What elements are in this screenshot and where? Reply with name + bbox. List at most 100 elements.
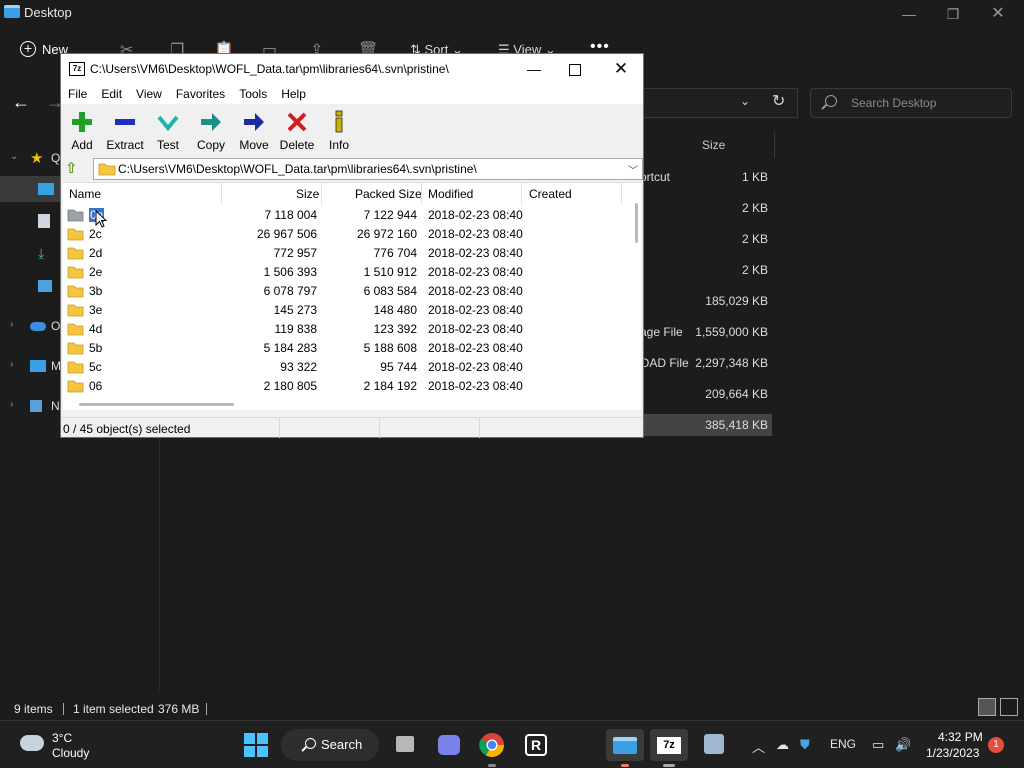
- menu-favorites[interactable]: Favorites: [169, 84, 232, 104]
- display-icon[interactable]: ▭: [872, 737, 884, 753]
- file-row[interactable]: 185,029 KB: [640, 290, 772, 312]
- chat-icon: [438, 735, 460, 755]
- refresh-icon[interactable]: ↻: [772, 91, 785, 111]
- list-item[interactable]: 3b 6 078 797 6 083 584 2018-02-23 08:40: [63, 282, 623, 301]
- teams-chat-button[interactable]: [433, 729, 465, 761]
- list-item[interactable]: 3e 145 273 148 480 2018-02-23 08:40: [63, 301, 623, 320]
- column-divider[interactable]: [774, 132, 775, 158]
- back-arrow-icon[interactable]: ←: [12, 92, 30, 113]
- copy-icon: [201, 113, 221, 131]
- file-row[interactable]: OAD File 2,297,348 KB: [640, 352, 772, 374]
- extract-button[interactable]: Extract: [101, 108, 149, 154]
- status-divider: [479, 418, 480, 438]
- add-icon: [72, 112, 92, 132]
- minimize-button[interactable]: —: [523, 60, 545, 78]
- list-item[interactable]: 06 2 180 805 2 184 192 2018-02-23 08:40: [63, 377, 623, 396]
- menu-file[interactable]: File: [61, 84, 94, 104]
- column-header-size[interactable]: Size: [702, 138, 725, 152]
- column-divider[interactable]: [421, 183, 422, 205]
- r-app-button[interactable]: R: [520, 729, 552, 761]
- cloud-icon[interactable]: [20, 735, 44, 751]
- clock-time[interactable]: 4:32 PM: [938, 730, 983, 744]
- menu-view[interactable]: View: [129, 84, 169, 104]
- list-header: Name Size Packed Size Modified Created: [63, 183, 641, 205]
- item-name: 3b: [89, 284, 103, 298]
- start-button[interactable]: [240, 729, 272, 761]
- menu-tools[interactable]: Tools: [232, 84, 274, 104]
- file-row[interactable]: 2 KB: [640, 197, 772, 219]
- path-combobox[interactable]: C:\Users\VM6\Desktop\WOFL_Data.tar\pm\li…: [93, 158, 643, 180]
- clock-date[interactable]: 1/23/2023: [926, 746, 979, 760]
- list-item[interactable]: 2c 26 967 506 26 972 160 2018-02-23 08:40: [63, 225, 623, 244]
- scrollbar-thumb[interactable]: [635, 203, 638, 243]
- menu-help[interactable]: Help: [274, 84, 313, 104]
- column-divider[interactable]: [521, 183, 522, 205]
- column-header-name[interactable]: Name: [69, 187, 101, 201]
- item-name: 4d: [89, 322, 103, 336]
- file-explorer-button[interactable]: [606, 729, 644, 767]
- file-row[interactable]: 209,664 KB: [640, 383, 772, 405]
- delete-button[interactable]: Delete: [273, 108, 321, 154]
- 7zip-titlebar: 7z C:\Users\VM6\Desktop\WOFL_Data.tar\pm…: [61, 54, 643, 84]
- defender-icon[interactable]: ⛊: [800, 737, 810, 753]
- list-item[interactable]: 5c 93 322 95 744 2018-02-23 08:40: [63, 358, 623, 377]
- volume-icon[interactable]: 🔊: [895, 737, 911, 753]
- chevron-right-icon[interactable]: ›: [10, 319, 13, 330]
- task-view-button[interactable]: [390, 729, 422, 761]
- chevron-up-icon[interactable]: ︿: [752, 737, 765, 756]
- add-button[interactable]: Add: [58, 108, 106, 154]
- chevron-right-icon[interactable]: ›: [10, 359, 13, 370]
- chevron-down-icon[interactable]: ⌄: [10, 151, 18, 162]
- search-icon: [825, 95, 837, 107]
- vertical-scrollbar[interactable]: [633, 203, 641, 403]
- menu-edit[interactable]: Edit: [94, 84, 129, 104]
- 7zip-taskbar-button[interactable]: 7z: [650, 729, 688, 767]
- onedrive-icon: [30, 322, 46, 331]
- minimize-button[interactable]: —: [894, 4, 924, 24]
- list-item[interactable]: 2d 772 957 776 704 2018-02-23 08:40: [63, 244, 623, 263]
- column-header-packed-size[interactable]: Packed Size: [355, 187, 422, 201]
- column-divider[interactable]: [621, 183, 622, 205]
- column-header-modified[interactable]: Modified: [428, 187, 473, 201]
- file-row[interactable]: age File 1,559,000 KB: [640, 321, 772, 343]
- column-header-size[interactable]: Size: [296, 187, 319, 201]
- column-divider[interactable]: [221, 183, 222, 205]
- r-app-icon: R: [525, 734, 547, 756]
- network-off-icon[interactable]: ☁: [776, 737, 789, 753]
- chevron-down-icon[interactable]: ⌄: [740, 94, 750, 108]
- test-button[interactable]: Test: [144, 108, 192, 154]
- move-button[interactable]: Move: [230, 108, 278, 154]
- list-item[interactable]: 5b 5 184 283 5 188 608 2018-02-23 08:40: [63, 339, 623, 358]
- chrome-button[interactable]: [476, 729, 508, 767]
- item-modified: 2018-02-23 08:40: [428, 284, 523, 298]
- chevron-right-icon[interactable]: ›: [10, 399, 13, 410]
- list-item[interactable]: 2e 1 506 393 1 510 912 2018-02-23 08:40: [63, 263, 623, 282]
- installer-button[interactable]: [698, 729, 730, 761]
- info-button[interactable]: Info: [315, 108, 363, 154]
- horizontal-scrollbar[interactable]: [79, 403, 234, 406]
- file-row[interactable]: 2 KB: [640, 228, 772, 250]
- maximize-button[interactable]: [564, 60, 586, 78]
- notification-badge[interactable]: 1: [988, 737, 1004, 753]
- weather-temperature[interactable]: 3°C: [52, 731, 72, 745]
- copy-button[interactable]: Copy: [187, 108, 235, 154]
- taskbar-search[interactable]: Search: [281, 729, 379, 761]
- details-view-icon[interactable]: [978, 698, 996, 716]
- chevron-down-icon[interactable]: ﹀: [628, 162, 638, 177]
- weather-condition[interactable]: Cloudy: [52, 746, 89, 760]
- tiles-view-icon[interactable]: [1000, 698, 1018, 716]
- active-indicator: [663, 764, 675, 767]
- list-item[interactable]: 4d 119 838 123 392 2018-02-23 08:40: [63, 320, 623, 339]
- file-row-selected[interactable]: 385,418 KB: [640, 414, 772, 436]
- search-input[interactable]: Search Desktop: [810, 88, 1012, 118]
- column-divider[interactable]: [321, 183, 322, 205]
- language-indicator[interactable]: ENG: [830, 737, 856, 751]
- file-row[interactable]: ortcut 1 KB: [640, 166, 772, 188]
- maximize-button[interactable]: ❐: [938, 4, 968, 24]
- column-header-created[interactable]: Created: [529, 187, 572, 201]
- up-folder-icon[interactable]: ⇧: [65, 159, 83, 177]
- close-button[interactable]: ✕: [610, 60, 632, 78]
- list-item[interactable]: 0a7 118 0047 122 9442018-02-23 08:40: [63, 206, 623, 228]
- close-button[interactable]: ✕: [983, 4, 1013, 24]
- file-row[interactable]: 2 KB: [640, 259, 772, 281]
